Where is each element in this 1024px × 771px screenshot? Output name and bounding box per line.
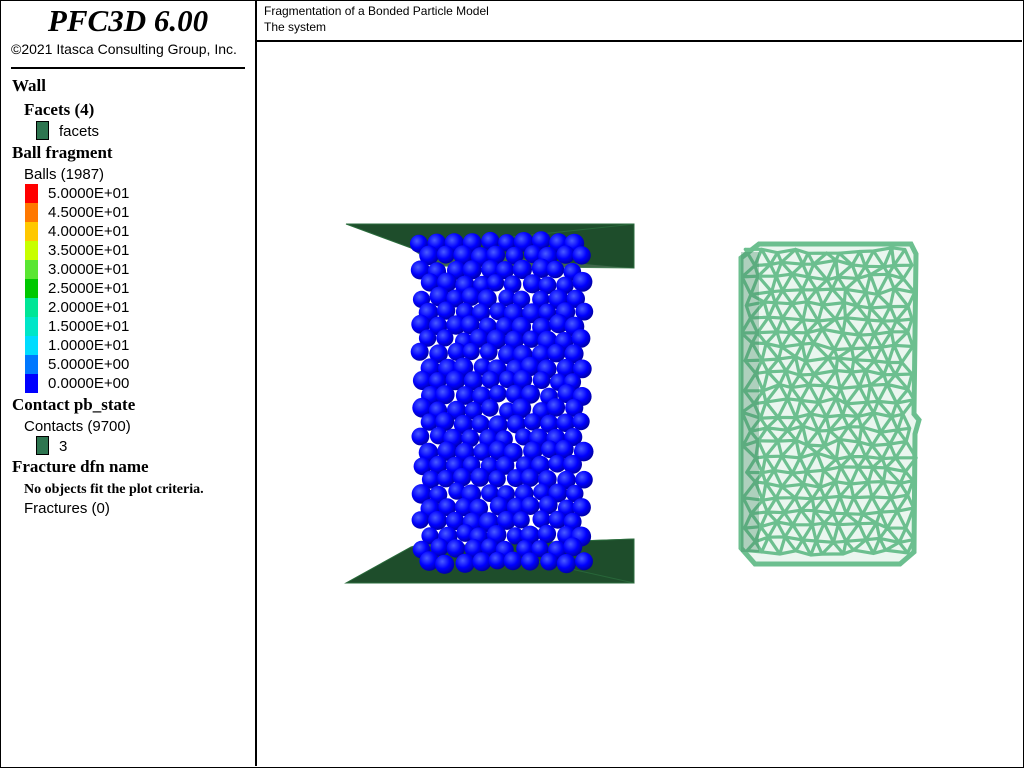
ball-particle <box>488 551 507 570</box>
colorbar-row: 0.0000E+00 <box>1 374 255 393</box>
colorbar-swatch <box>25 222 38 241</box>
ball-particle <box>575 552 593 571</box>
ball-particle <box>503 551 523 571</box>
colorbar-row: 2.0000E+01 <box>1 298 255 317</box>
ball-particle <box>540 552 558 571</box>
ball-particle <box>472 552 492 572</box>
colorbar-row: 5.0000E+00 <box>1 355 255 374</box>
ball-particle <box>435 554 455 574</box>
legend-fracture-header: Fracture dfn name <box>12 457 149 476</box>
colorbar-swatch <box>25 336 38 355</box>
contact-color-swatch <box>36 436 49 455</box>
ball-particle <box>546 260 565 279</box>
colorbar-row: 3.0000E+01 <box>1 260 255 279</box>
colorbar-label: 4.0000E+01 <box>48 223 130 240</box>
ball-particle <box>470 467 490 487</box>
legend-contact-header: Contact pb_state <box>12 395 136 414</box>
colorbar-label: 0.0000E+00 <box>48 375 130 392</box>
colorbar-label: 1.5000E+01 <box>48 318 130 335</box>
ball-particle <box>481 399 499 417</box>
ball-particle <box>572 246 591 265</box>
colorbar-label: 5.0000E+00 <box>48 356 130 373</box>
ball-particle <box>462 342 480 361</box>
ball-particle <box>428 511 447 530</box>
ball-colorbar: 5.0000E+01 4.5000E+01 4.0000E+01 3.5000E+01… <box>1 184 255 393</box>
ball-particle <box>411 511 429 529</box>
colorbar-row: 4.5000E+01 <box>1 203 255 222</box>
colorbar-swatch <box>25 260 38 279</box>
colorbar-swatch <box>25 317 38 336</box>
ball-particle <box>486 274 505 292</box>
ball-particle <box>512 511 530 529</box>
fracture-no-objects-message: No objects fit the plot criteria. <box>24 482 204 497</box>
colorbar-swatch <box>25 203 38 222</box>
ball-particle <box>556 554 576 574</box>
legend-balls-subheader: Balls (1987) <box>24 166 105 183</box>
colorbar-label: 5.0000E+01 <box>48 185 130 202</box>
colorbar-swatch <box>25 241 38 260</box>
colorbar-swatch <box>25 374 38 393</box>
legend-fractures-subheader: Fractures (0) <box>24 500 110 517</box>
bond-side-shade <box>741 252 759 552</box>
colorbar-label: 1.0000E+01 <box>48 337 130 354</box>
bond-network <box>738 241 922 567</box>
colorbar-swatch <box>25 355 38 374</box>
app-title: PFC3D 6.00 <box>47 3 209 38</box>
colorbar-swatch <box>25 298 38 317</box>
colorbar-row: 5.0000E+01 <box>1 184 255 203</box>
colorbar-row: 1.0000E+01 <box>1 336 255 355</box>
colorbar-row: 1.5000E+01 <box>1 317 255 336</box>
legend-wall-header: Wall <box>12 76 47 95</box>
facets-color-swatch <box>36 121 49 140</box>
colorbar-swatch <box>25 279 38 298</box>
3d-viewport[interactable] <box>256 42 1022 766</box>
legend-divider <box>11 67 245 69</box>
copyright-text: ©2021 Itasca Consulting Group, Inc. <box>11 41 237 57</box>
colorbar-swatch <box>25 184 38 203</box>
plot-subtitle: The system <box>264 20 327 34</box>
colorbar-label: 3.5000E+01 <box>48 242 130 259</box>
ball-particle <box>455 553 475 573</box>
ball-particle <box>436 245 455 264</box>
contact-state-label: 3 <box>59 438 68 455</box>
ball-assembly <box>410 231 594 574</box>
colorbar-row: 4.0000E+01 <box>1 222 255 241</box>
ball-particle <box>411 427 430 446</box>
plot-title-box: Fragmentation of a Bonded Particle Model… <box>256 1 1022 42</box>
ball-particle <box>479 343 498 361</box>
facets-label: facets <box>59 123 100 140</box>
colorbar-row: 2.5000E+01 <box>1 279 255 298</box>
ball-particle <box>546 398 566 417</box>
colorbar-label: 4.5000E+01 <box>48 204 130 221</box>
legend-contacts-subheader: Contacts (9700) <box>24 418 131 435</box>
ball-particle <box>524 413 542 431</box>
ball-particle <box>556 245 575 264</box>
ball-particle <box>572 271 593 292</box>
colorbar-label: 2.5000E+01 <box>48 280 130 297</box>
plot-title: Fragmentation of a Bonded Particle Model <box>264 4 489 18</box>
ball-particle <box>520 468 540 487</box>
colorbar-label: 2.0000E+01 <box>48 299 130 316</box>
ball-particle <box>572 412 590 431</box>
legend-ball-header: Ball fragment <box>12 143 113 162</box>
colorbar-label: 3.0000E+01 <box>48 261 130 278</box>
legend-facets-subheader: Facets (4) <box>24 100 95 119</box>
ball-particle <box>520 552 540 571</box>
ball-particle <box>436 329 454 347</box>
ball-particle <box>410 342 429 361</box>
scene-svg <box>344 223 922 584</box>
colorbar-row: 3.5000E+01 <box>1 241 255 260</box>
legend-panel: PFC3D 6.00 ©2021 Itasca Consulting Group… <box>1 1 257 766</box>
